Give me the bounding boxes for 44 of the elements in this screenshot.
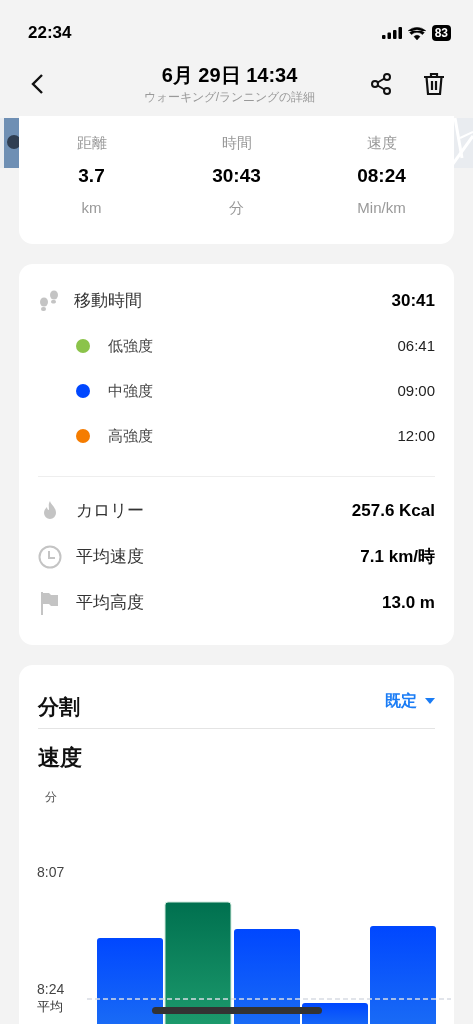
axis-unit: 分 xyxy=(45,789,57,806)
zone-value: 06:41 xyxy=(397,335,435,356)
summary-label: 速度 xyxy=(366,133,397,153)
zone-label: 中強度 xyxy=(108,380,153,401)
delete-button[interactable] xyxy=(423,72,445,96)
clock-icon xyxy=(38,545,62,569)
battery-indicator: 83 xyxy=(431,25,451,41)
summary-value: 30:43 xyxy=(212,163,261,188)
average-label: 平均 xyxy=(37,1000,63,1013)
footprints-icon xyxy=(38,290,60,312)
summary-value: 3.7 xyxy=(78,163,105,188)
caret-icon xyxy=(425,697,435,704)
stat-label: 平均速度 xyxy=(76,546,144,569)
share-button[interactable] xyxy=(369,72,393,96)
summary-label: 時間 xyxy=(221,133,252,153)
zone-value: 12:00 xyxy=(397,425,435,446)
page-subtitle: ウォーキング/ランニングの詳細 xyxy=(143,88,316,106)
axis-tick-label: 8:24 xyxy=(37,982,65,996)
axis-tick-label: 8:07 xyxy=(37,865,65,879)
wifi-icon xyxy=(407,26,426,40)
zone-label: 高強度 xyxy=(108,425,153,446)
chart-title: 速度 xyxy=(38,744,83,772)
stat-label: カロリー xyxy=(76,500,144,523)
zone-value: 09:00 xyxy=(397,380,435,401)
flame-icon xyxy=(41,500,59,522)
summary-unit: km xyxy=(81,198,102,218)
stat-label: 平均高度 xyxy=(76,592,144,615)
page-title: 6月 29日 14:34 xyxy=(161,62,298,88)
flag-icon xyxy=(40,591,60,615)
summary-unit: 分 xyxy=(229,198,244,218)
signal-icon xyxy=(381,27,402,39)
chart-bar[interactable] xyxy=(164,901,232,1024)
stat-value: 7.1 km/時 xyxy=(360,546,435,569)
zone-label: 低強度 xyxy=(108,335,153,356)
clock-time: 22:34 xyxy=(28,22,72,45)
split-mode-dropdown[interactable]: 既定 xyxy=(385,688,435,713)
moving-time-value: 30:41 xyxy=(391,290,435,313)
stat-value: 257.6 Kcal xyxy=(351,500,435,523)
stat-value: 13.0 m xyxy=(382,592,435,615)
summary-label: 距離 xyxy=(76,133,107,153)
moving-time-label: 移動時間 xyxy=(74,290,142,313)
summary-unit: Min/km xyxy=(357,198,406,218)
splits-title: 分割 xyxy=(38,693,80,720)
summary-value: 08:24 xyxy=(357,163,406,188)
